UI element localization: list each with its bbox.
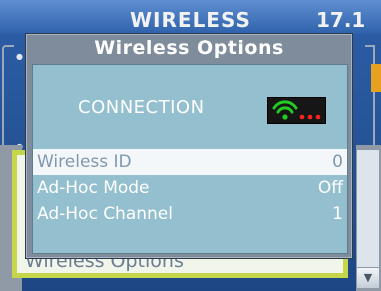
setting-row-ad-hoc-mode[interactable]: Ad-Hoc Mode Off (33, 175, 347, 201)
setting-row-ad-hoc-channel[interactable]: Ad-Hoc Channel 1 (33, 201, 347, 227)
connection-label: CONNECTION (78, 97, 205, 118)
background-frame-right (365, 45, 375, 149)
dialog-body: CONNECTION Wireless ID 0 Ad-Hoc Mode Off… (32, 64, 348, 254)
setting-label: Wireless ID (37, 152, 132, 172)
background-orange-tab (371, 64, 381, 92)
chevron-down-icon: ▼ (363, 271, 373, 284)
scrollbar[interactable]: ▼ (356, 150, 379, 288)
background-version: 17.1 (316, 8, 366, 32)
setting-row-wireless-id[interactable]: Wireless ID 0 (33, 149, 347, 175)
background-title: WIRELESS (130, 8, 251, 32)
dialog-title: Wireless Options (94, 37, 284, 59)
setting-value: Off (317, 178, 343, 198)
background-header: WIRELESS 17.1 (0, 0, 381, 34)
background-frame-left (2, 45, 14, 149)
wifi-signal-icon (267, 97, 326, 124)
setting-value: 1 (332, 204, 343, 224)
setting-label: Ad-Hoc Mode (37, 178, 150, 198)
background-dot: ● (16, 52, 23, 61)
wireless-options-dialog: Wireless Options CONNECTION Wireless ID … (25, 33, 353, 259)
setting-label: Ad-Hoc Channel (37, 204, 173, 224)
settings-list: Wireless ID 0 Ad-Hoc Mode Off Ad-Hoc Cha… (33, 149, 347, 227)
device-screen: WIRELESS 17.1 ● ● Wireless Options ▼ Wir… (0, 0, 381, 291)
scroll-down-button[interactable]: ▼ (357, 267, 379, 288)
setting-value: 0 (332, 152, 343, 172)
